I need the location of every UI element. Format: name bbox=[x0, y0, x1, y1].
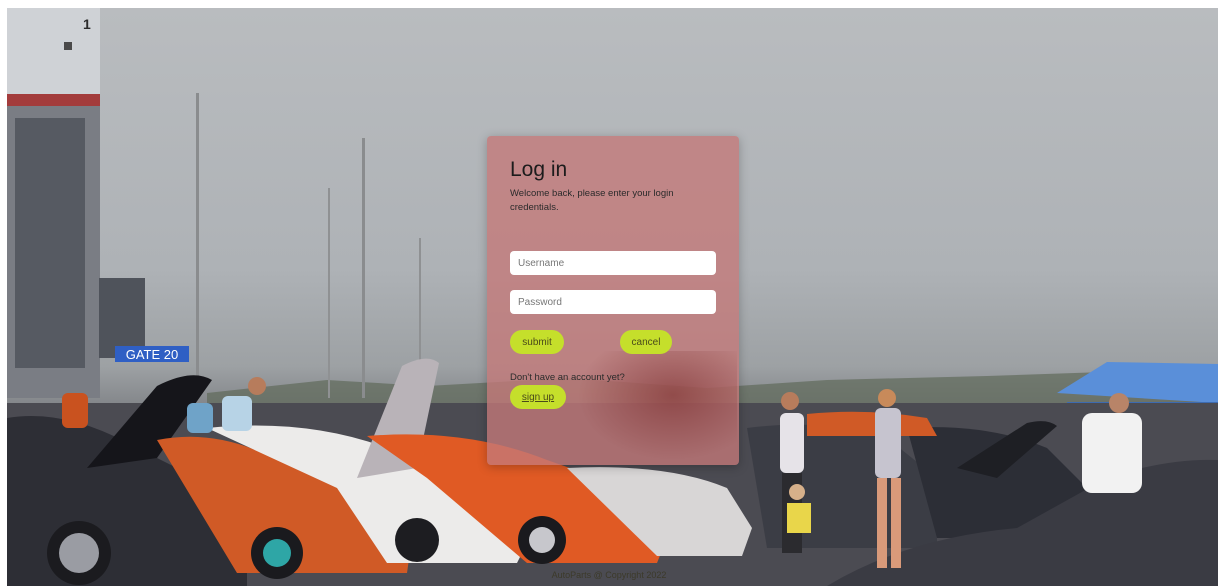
username-input[interactable] bbox=[510, 251, 716, 275]
no-account-text: Don't have an account yet? bbox=[510, 372, 625, 383]
footer-copyright: AutoParts @ Copyright 2022 bbox=[551, 570, 667, 580]
submit-button[interactable]: submit bbox=[510, 330, 564, 354]
login-card: Log in Welcome back, please enter your l… bbox=[487, 136, 739, 465]
login-title: Log in bbox=[510, 158, 568, 181]
cancel-button[interactable]: cancel bbox=[620, 330, 672, 354]
login-page: GATE 20 1 Log in Welcome back, please en… bbox=[0, 0, 1218, 586]
card-blur-overlay bbox=[577, 351, 737, 461]
gate-sign-text: GATE 20 bbox=[126, 347, 179, 362]
sign-up-button[interactable]: sign up bbox=[510, 385, 566, 409]
login-subtitle: Welcome back, please enter your login cr… bbox=[510, 188, 674, 213]
password-input[interactable] bbox=[510, 290, 716, 314]
corner-mark: 1 bbox=[83, 16, 91, 32]
